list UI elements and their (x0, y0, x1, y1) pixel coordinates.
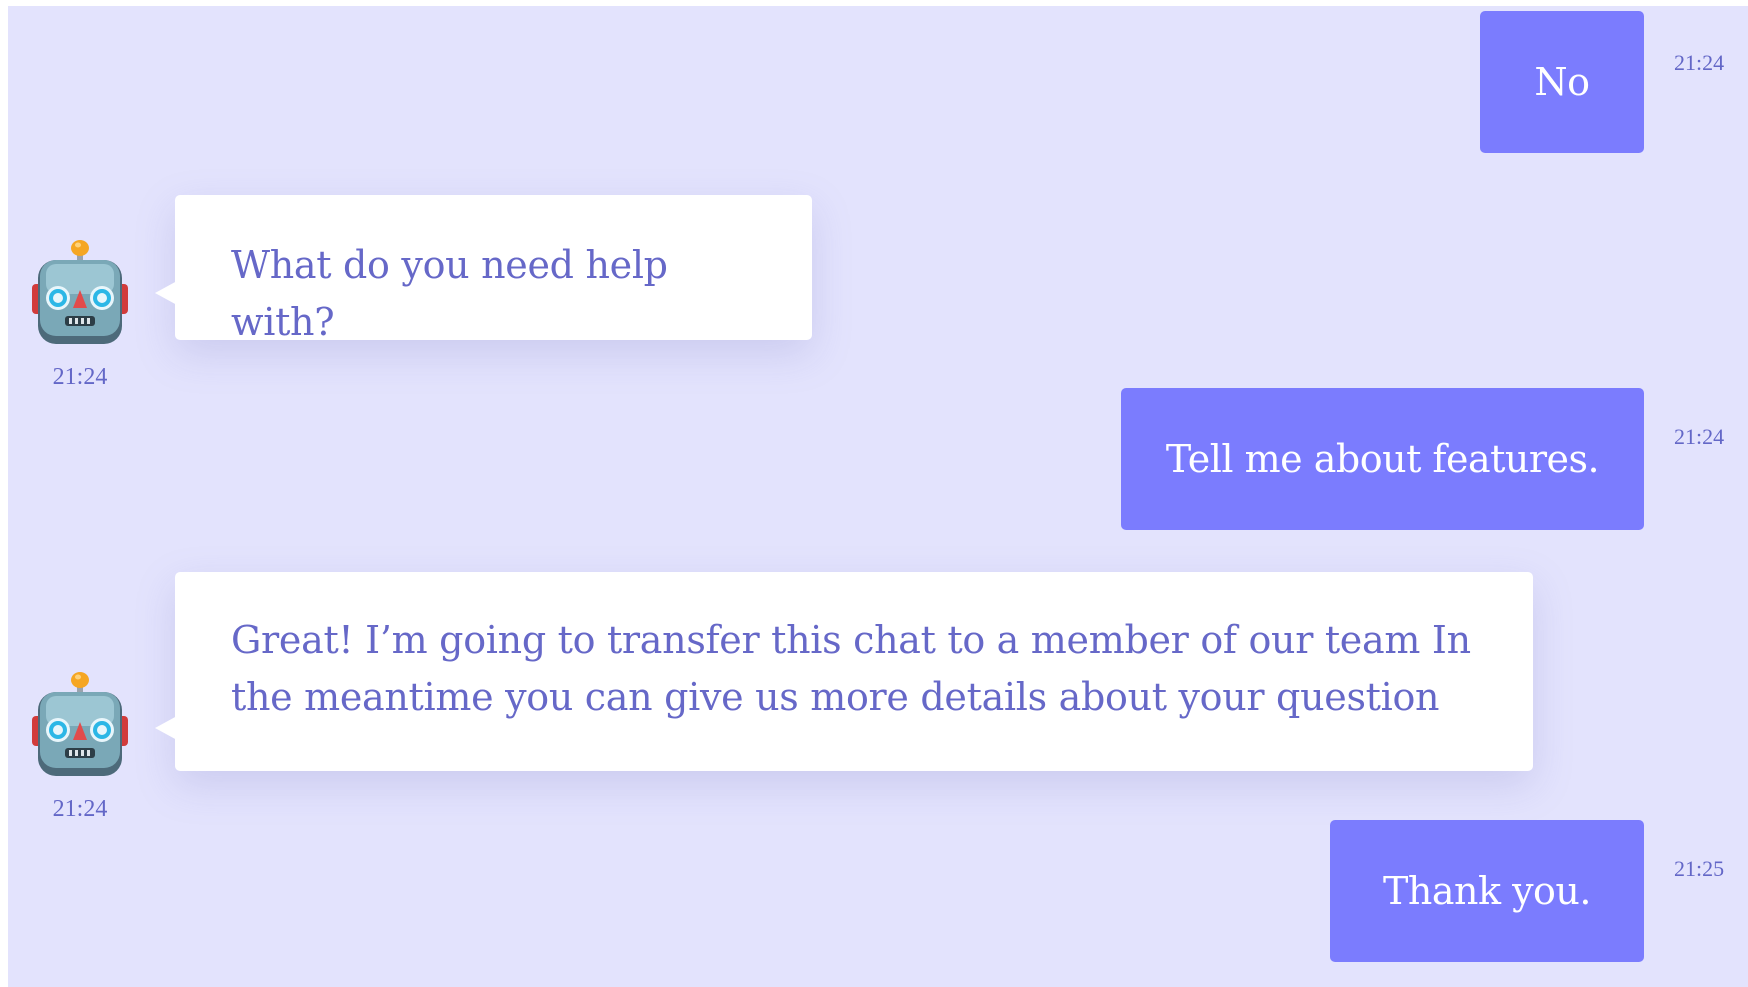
user-message-bubble: No (1480, 11, 1644, 153)
message-timestamp: 21:24 (1674, 424, 1725, 449)
user-message-text: No (1534, 60, 1590, 104)
user-message-text: Tell me about features. (1165, 437, 1600, 481)
robot-icon (32, 672, 128, 776)
bot-message-timestamp: 21:24 (52, 364, 108, 390)
bot-avatar (32, 668, 128, 778)
bot-message-bubble: Great! I’m going to transfer this chat t… (155, 572, 1533, 771)
chat-window: No 21:24 21:24 What do you need help wit… (8, 6, 1748, 987)
bot-message-timestamp: 21:24 (52, 796, 108, 822)
bubble-tail (155, 281, 177, 305)
bubble-tail (155, 716, 177, 740)
user-message-bubble: Thank you. (1330, 820, 1644, 962)
robot-icon (32, 240, 128, 344)
message-timestamp: 21:24 (1674, 50, 1725, 75)
user-message-bubble: Tell me about features. (1121, 388, 1644, 530)
bot-avatar (32, 236, 128, 346)
bot-message-text: Great! I’m going to transfer this chat t… (231, 618, 1471, 719)
message-timestamp: 21:25 (1674, 856, 1725, 881)
bot-message-text: What do you need help with? (231, 243, 668, 344)
bot-message-bubble: What do you need help with? (155, 195, 812, 344)
user-message-text: Thank you. (1383, 869, 1591, 913)
